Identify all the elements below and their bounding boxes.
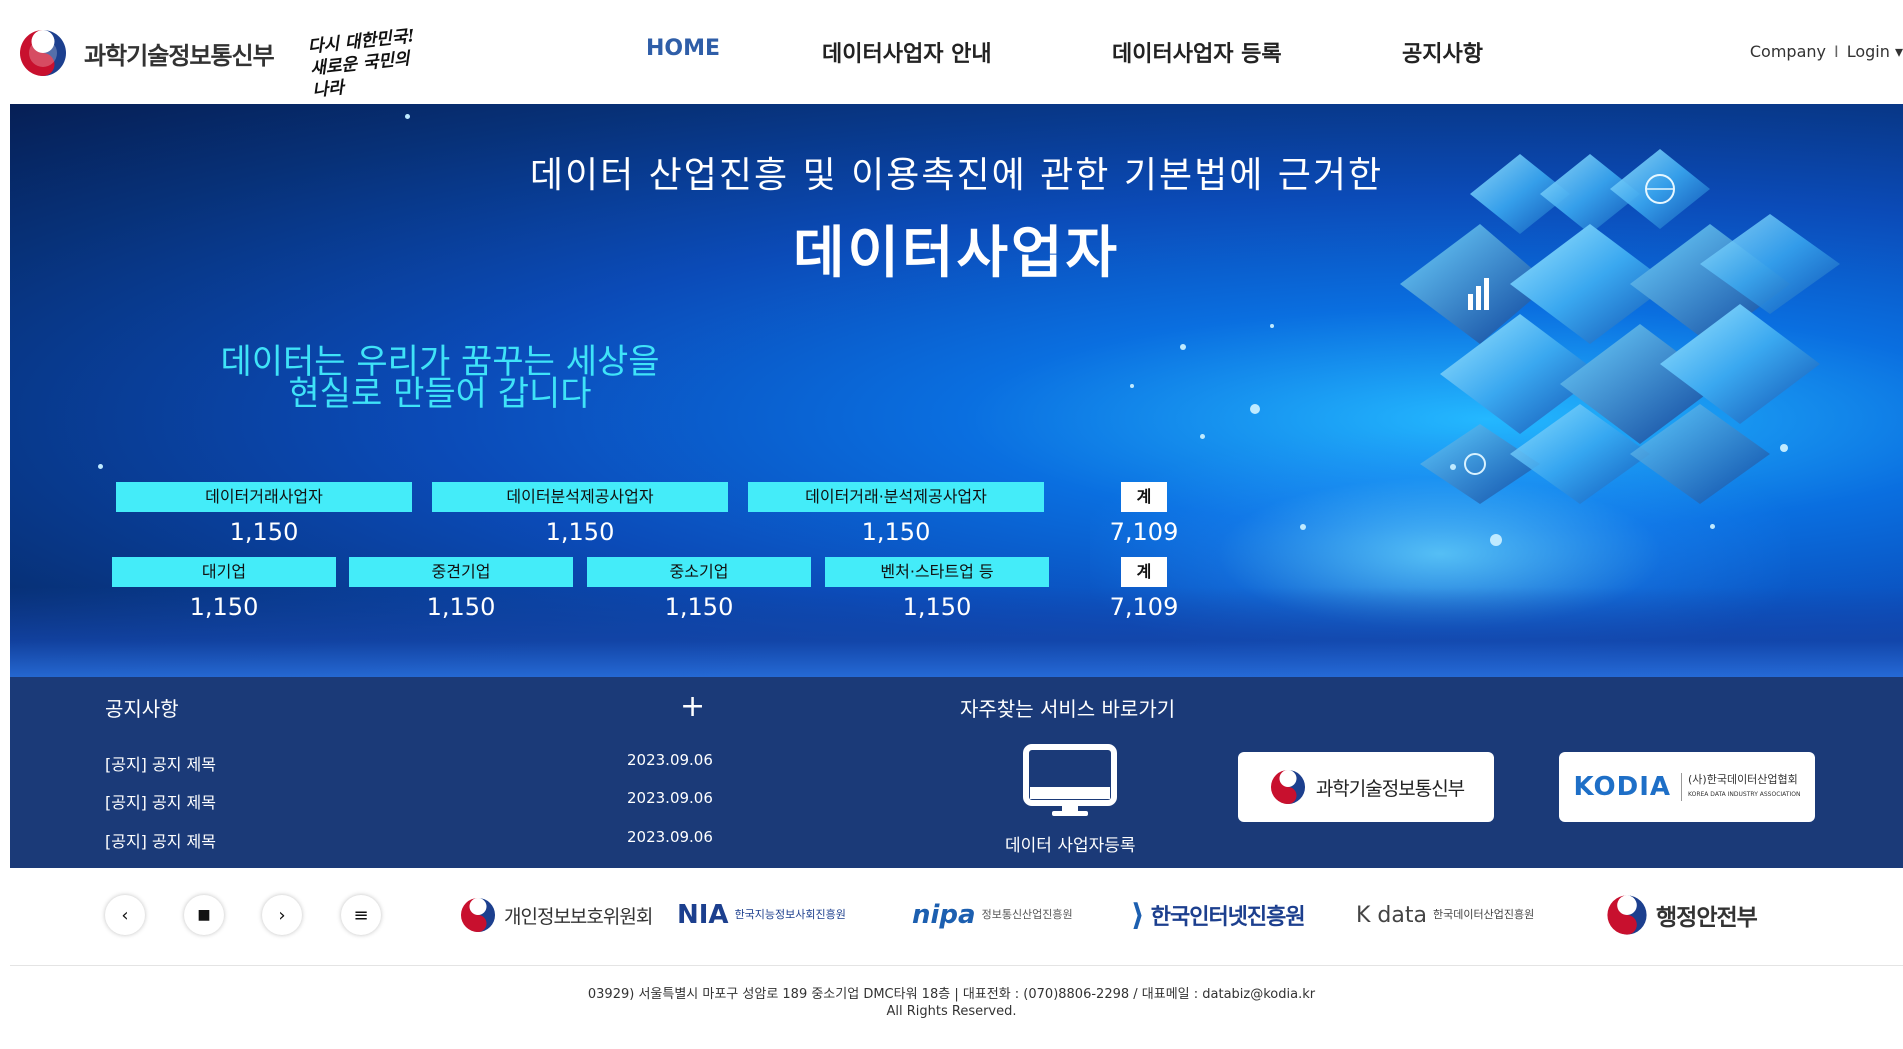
footer-address: 03929) 서울특별시 마포구 성암로 189 중소기업 DMC타워 18층 … — [587, 987, 1316, 1002]
msit-card-label: 과학기술정보통신부 — [1315, 777, 1465, 800]
notice-item-title[interactable]: [공지] 공지 제목 — [105, 793, 216, 812]
notice-item[interactable]: [공지] 공지 제목 2023.09.06 — [105, 751, 713, 775]
total-label-row1: 계 — [1121, 482, 1167, 512]
hero-banner: 데이터 산업진흥 및 이용촉진에 관한 기본법에 근거한 데이터사업자 데이터는… — [10, 104, 1903, 677]
stat-value-venture: 1,150 — [902, 593, 972, 621]
org-nia[interactable]: NIA 한국지능정보사회진흥원 — [677, 892, 846, 938]
stat-value-data-trade: 1,150 — [229, 518, 299, 546]
stat-value-mid-enterprise: 1,150 — [426, 593, 496, 621]
org-kdata[interactable]: K data 한국데이터산업진흥원 — [1356, 892, 1534, 938]
tagline-line-2: 현실로 만들어 갑니다 — [288, 374, 592, 414]
kodia-sub-en: KOREA DATA INDUSTRY ASSOCIATION — [1688, 791, 1801, 798]
ministry-logo[interactable]: 과학기술정보통신부 — [16, 26, 275, 80]
kodia-link-card[interactable]: KODIA (사)한국데이터산업협회 KOREA DATA INDUSTRY A… — [1559, 752, 1815, 822]
hero-title: 데이터사업자 — [792, 221, 1121, 286]
org-nipa[interactable]: nipa 정보통신산업진흥원 — [912, 892, 1073, 938]
list-button[interactable]: ≡ — [341, 895, 381, 935]
stat-value-sme: 1,150 — [664, 593, 734, 621]
total-value-row2: 7,109 — [1109, 593, 1179, 621]
total-label-row2: 계 — [1121, 557, 1167, 587]
org-pipc[interactable]: 개인정보보호위원회 — [458, 892, 653, 938]
stat-label-mid-enterprise: 중견기업 — [349, 557, 573, 587]
kodia-sub-ko: (사)한국데이터산업협회 — [1688, 773, 1798, 786]
stat-label-large-enterprise: 대기업 — [112, 557, 336, 587]
taegeuk-emblem-icon — [460, 897, 496, 933]
org-mois-label: 행정안전부 — [1656, 905, 1758, 931]
taegeuk-emblem-icon — [17, 27, 69, 79]
kisa-mark-icon: ⟩ — [1131, 897, 1145, 933]
stat-label-trade-analysis: 데이터거래·분석제공사업자 — [748, 482, 1044, 512]
chevron-down-icon[interactable]: ▾ — [1895, 42, 1903, 61]
msit-link-card[interactable]: 과학기술정보통신부 — [1238, 752, 1494, 822]
notice-item[interactable]: [공지] 공지 제목 2023.09.06 — [105, 789, 713, 813]
org-pipc-label: 개인정보보호위원회 — [504, 905, 653, 928]
info-band: 공지사항 + [공지] 공지 제목 2023.09.06 [공지] 공지 제목 … — [10, 677, 1903, 868]
kodia-sub-text: (사)한국데이터산업협회 KOREA DATA INDUSTRY ASSOCIA… — [1681, 773, 1800, 801]
slogan: 다시 대한민국! 새로운 국민의 나라 — [306, 26, 416, 102]
prev-button[interactable]: ‹ — [105, 895, 145, 935]
notice-item[interactable]: [공지] 공지 제목 2023.09.06 — [105, 828, 713, 852]
monitor-icon[interactable] — [1022, 743, 1118, 817]
kodia-logo-text: KODIA — [1573, 772, 1671, 802]
notice-more-button[interactable]: + — [680, 689, 705, 724]
stat-label-data-trade: 데이터거래사업자 — [116, 482, 412, 512]
nav-data-provider-guide[interactable]: 데이터사업자 안내 — [822, 36, 992, 68]
data-provider-register-link[interactable]: 데이터 사업자등록 — [1005, 831, 1136, 856]
notice-title: 공지사항 — [105, 697, 179, 721]
stat-label-venture: 벤처·스타트업 등 — [825, 557, 1049, 587]
login-link[interactable]: Login — [1847, 42, 1890, 61]
nav-data-provider-register[interactable]: 데이터사업자 등록 — [1112, 36, 1282, 68]
stat-value-large-enterprise: 1,150 — [189, 593, 259, 621]
ministry-name: 과학기술정보통신부 — [84, 41, 275, 70]
site-header: 과학기술정보통신부 다시 대한민국! 새로운 국민의 나라 HOME 데이터사업… — [0, 0, 1903, 104]
next-button[interactable]: › — [262, 895, 302, 935]
hero-tagline: 데이터는 우리가 꿈꾸는 세상을 현실로 만들어 갑니다 — [170, 345, 710, 414]
notice-item-title[interactable]: [공지] 공지 제목 — [105, 755, 216, 774]
nav-home[interactable]: HOME — [646, 36, 720, 61]
org-kisa[interactable]: ⟩ 한국인터넷진흥원 — [1131, 892, 1306, 938]
util-separator: I — [1833, 42, 1839, 61]
notice-item-date: 2023.09.06 — [627, 828, 713, 846]
company-link[interactable]: Company — [1750, 42, 1826, 61]
hero-subtitle: 데이터 산업진흥 및 이용촉진에 관한 기본법에 근거한 — [529, 155, 1384, 196]
stat-value-trade-analysis: 1,150 — [861, 518, 931, 546]
kdata-logo-text: K data — [1356, 902, 1427, 928]
taegeuk-emblem-icon — [1270, 769, 1305, 805]
utility-links: Company I Login ▾ — [1750, 42, 1903, 61]
nav-notice[interactable]: 공지사항 — [1402, 36, 1483, 68]
org-kisa-label: 한국인터넷진흥원 — [1150, 905, 1306, 930]
footer-divider — [10, 965, 1903, 966]
notice-item-title[interactable]: [공지] 공지 제목 — [105, 832, 216, 851]
quick-links-title: 자주찾는 서비스 바로가기 — [960, 697, 1176, 721]
kdata-sub-text: 한국데이터산업진흥원 — [1432, 908, 1535, 921]
stat-value-data-analysis: 1,150 — [545, 518, 615, 546]
nipa-logo-text: nipa — [912, 900, 976, 930]
nipa-sub-text: 정보통신산업진흥원 — [981, 908, 1073, 921]
stat-label-sme: 중소기업 — [587, 557, 811, 587]
org-mois[interactable]: 행정안전부 — [1604, 892, 1758, 938]
taegeuk-emblem-icon — [1607, 895, 1647, 935]
nia-sub-text: 한국지능정보사회진흥원 — [734, 908, 846, 921]
total-value-row1: 7,109 — [1109, 518, 1179, 546]
nia-logo-text: NIA — [677, 900, 729, 930]
notice-item-date: 2023.09.06 — [627, 751, 713, 769]
stat-label-data-analysis: 데이터분석제공사업자 — [432, 482, 728, 512]
notice-item-date: 2023.09.06 — [627, 789, 713, 807]
footer-copyright: All Rights Reserved. — [886, 1004, 1017, 1019]
stop-button[interactable]: ■ — [184, 895, 224, 935]
